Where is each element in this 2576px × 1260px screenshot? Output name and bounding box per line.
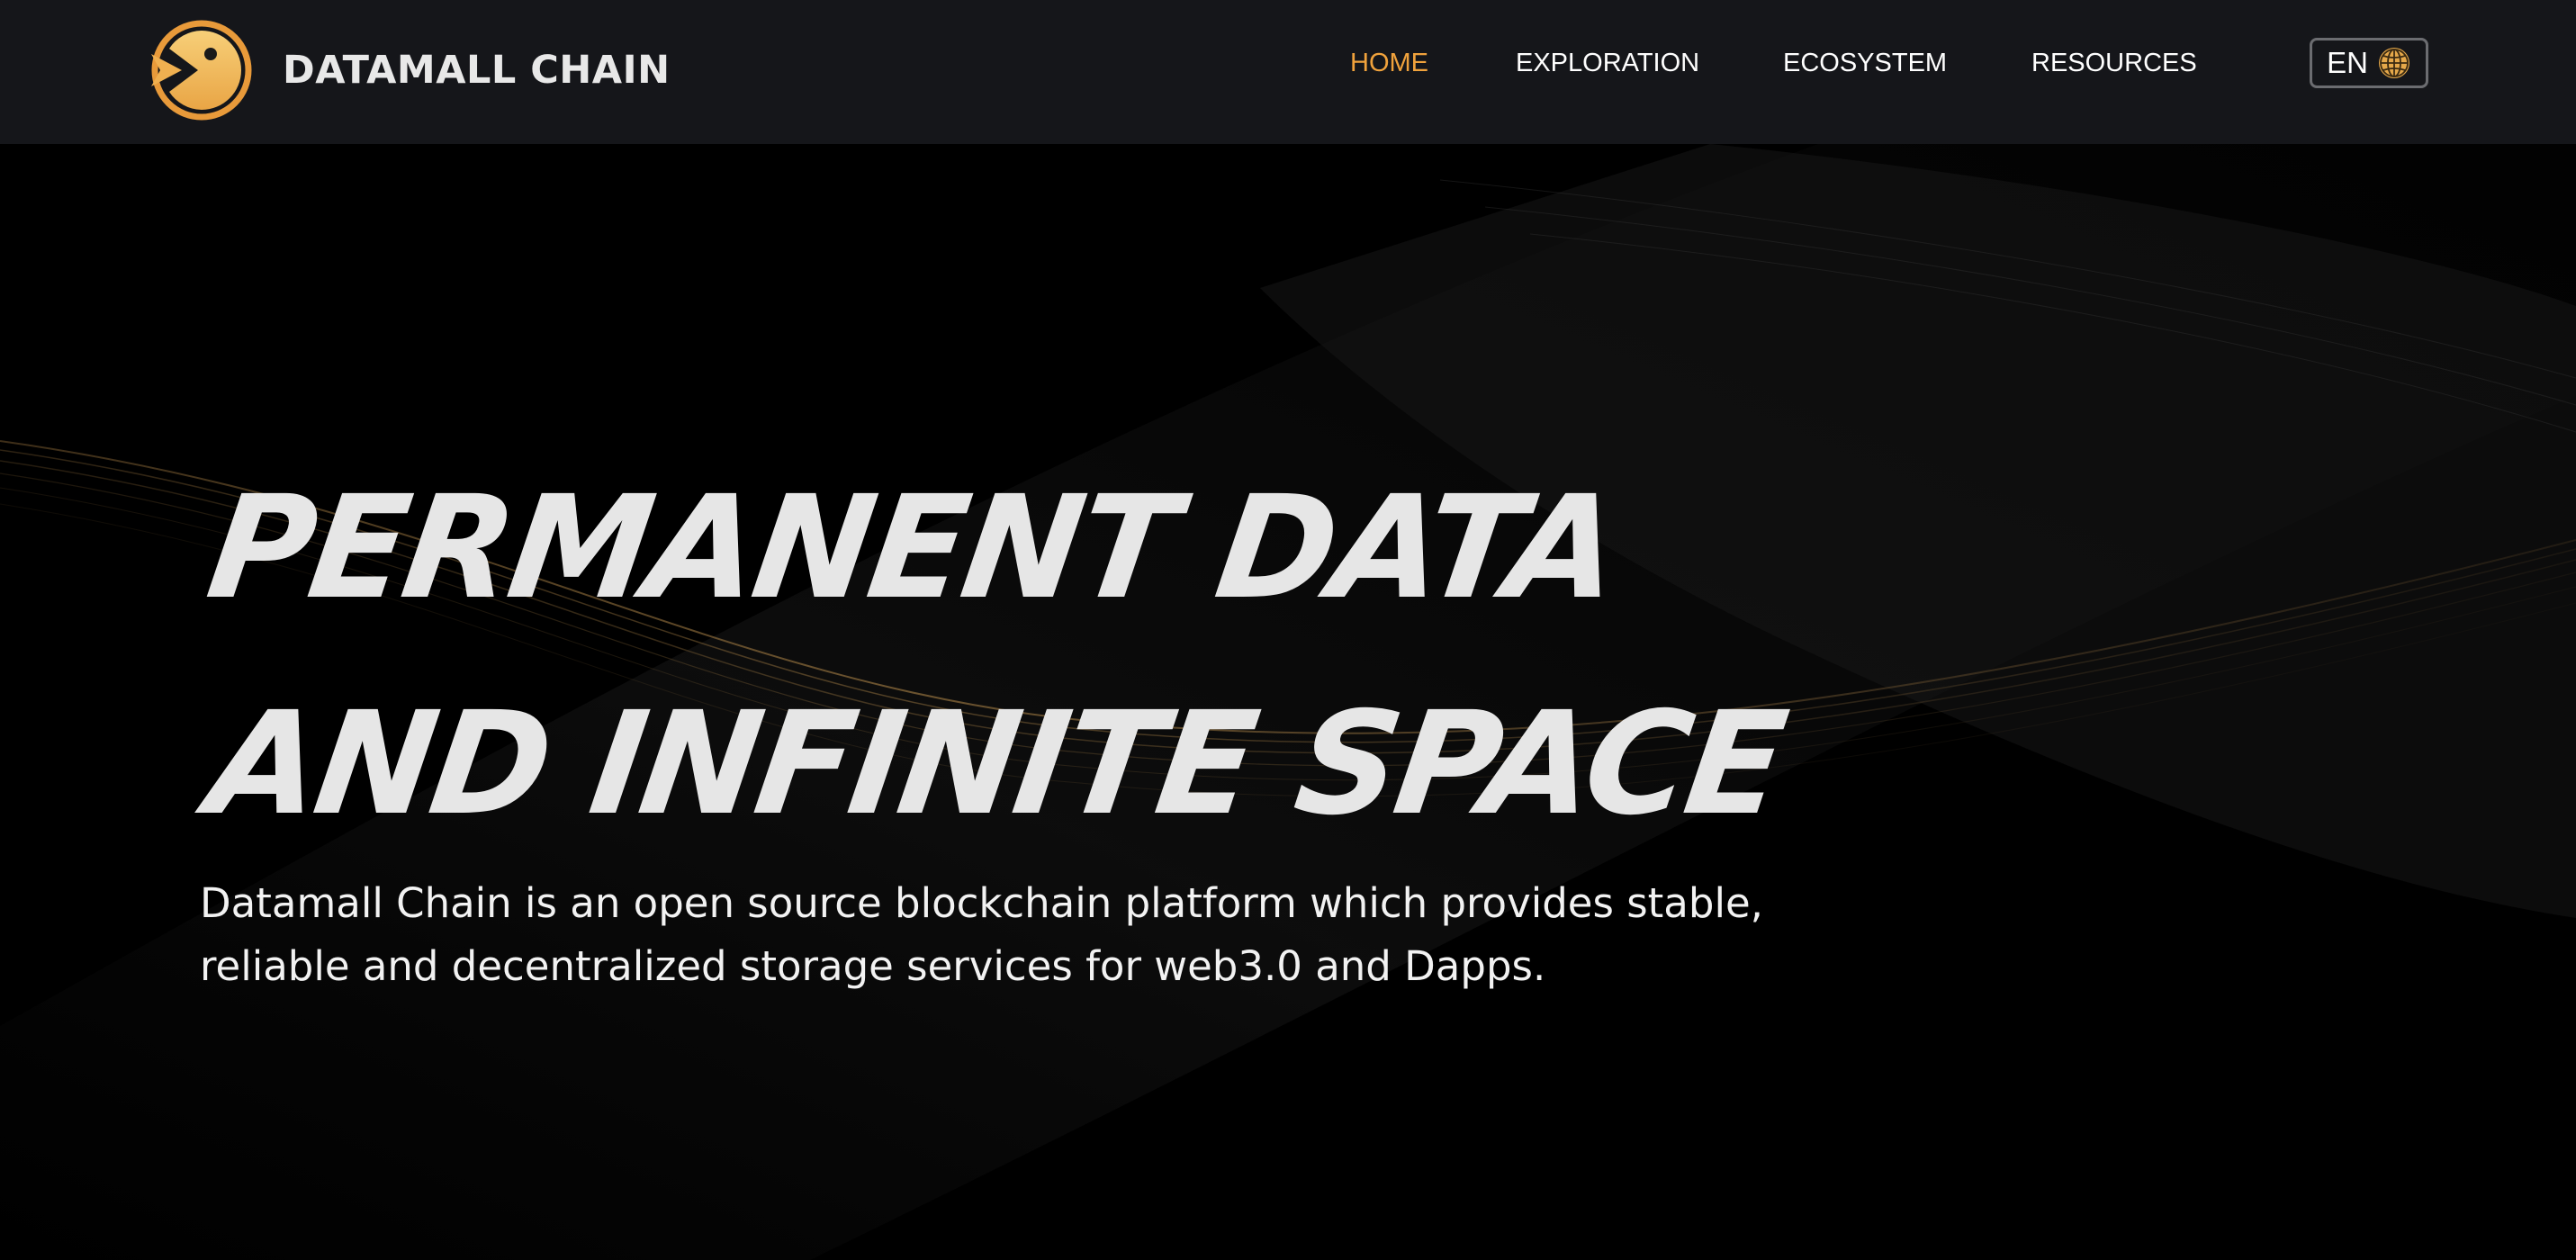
- hero-title-line-2: AND INFINITE SPACE: [199, 680, 1793, 847]
- hero-description-line-1: Datamall Chain is an open source blockch…: [200, 879, 1763, 927]
- site-header: DATAMALL CHAIN HOME EXPLORATION ECOSYSTE…: [0, 0, 2576, 144]
- language-selector-button[interactable]: EN: [2310, 38, 2428, 88]
- page: DATAMALL CHAIN HOME EXPLORATION ECOSYSTE…: [0, 0, 2576, 1260]
- nav-item-exploration[interactable]: EXPLORATION: [1516, 45, 1699, 81]
- nav-item-ecosystem[interactable]: ECOSYSTEM: [1783, 45, 1947, 81]
- language-label: EN: [2327, 46, 2368, 79]
- main-nav: HOME EXPLORATION ECOSYSTEM RESOURCES: [0, 45, 2576, 81]
- hero-title-line-1: PERMANENT DATA: [199, 464, 1627, 631]
- nav-item-home[interactable]: HOME: [1350, 45, 1428, 81]
- hero-description-line-2: reliable and decentralized storage servi…: [200, 942, 1546, 990]
- hero-description: Datamall Chain is an open source blockch…: [200, 872, 1820, 998]
- globe-icon: [2378, 48, 2409, 78]
- nav-item-resources[interactable]: RESOURCES: [2031, 45, 2197, 81]
